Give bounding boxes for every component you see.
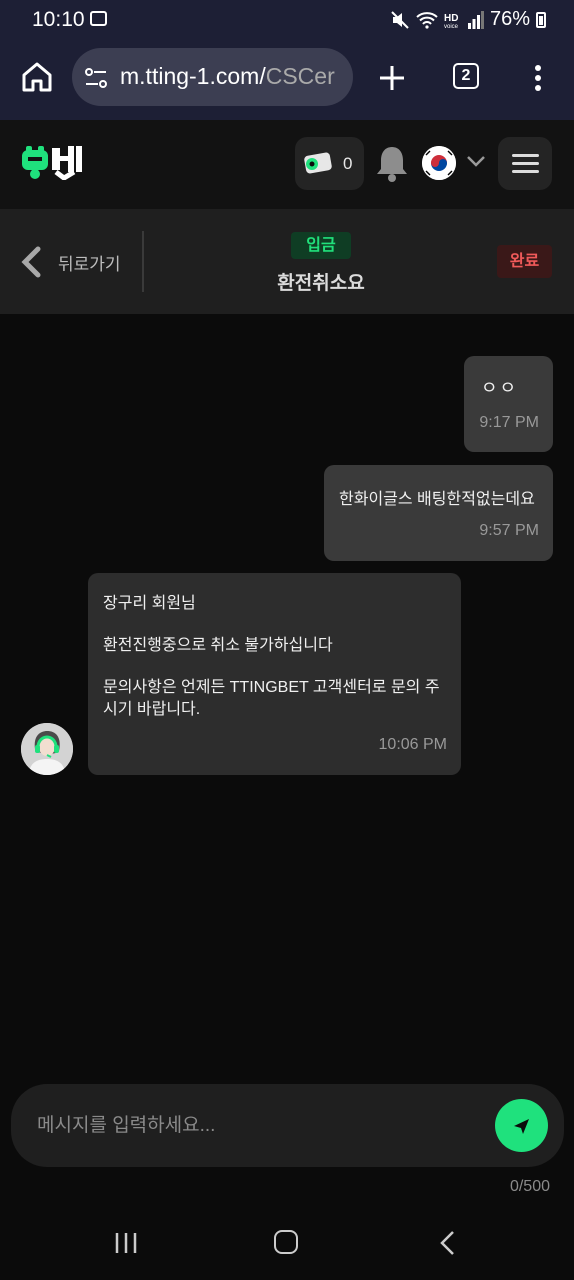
site-settings-icon[interactable]: [84, 66, 108, 90]
signal-icon: [467, 10, 484, 29]
wallet-balance-button[interactable]: 0: [295, 137, 364, 190]
chevron-down-icon[interactable]: [466, 154, 486, 168]
message-bubble-user: 한화이글스 배팅한적없는데요 9:57 PM: [324, 465, 553, 561]
message-line: 문의사항은 언제든 TTINGBET 고객센터로 문의 주시기 바랍니다.: [103, 679, 440, 718]
back-arrow-icon[interactable]: [20, 246, 44, 278]
gallery-notification-icon: [90, 11, 107, 26]
system-navigation-bar: [0, 1210, 574, 1280]
send-button[interactable]: [495, 1099, 548, 1152]
coupon-icon: [304, 152, 332, 174]
status-icons: HD voice 76%: [390, 8, 546, 31]
browser-menu-icon[interactable]: [534, 64, 542, 92]
url-host: m.tting-1.com/: [120, 63, 266, 89]
ticket-type-badge: 입금: [291, 232, 351, 259]
wifi-icon: [416, 11, 438, 29]
new-tab-button[interactable]: [378, 64, 406, 92]
message-bubble-agent: 장구리 회원님 환전진행중으로 취소 불가하십니다 문의사항은 언제든 TTIN…: [88, 573, 461, 775]
status-bar: 10:10 HD voice 76%: [0, 0, 574, 40]
message-line: 환전진행중으로 취소 불가하십니다: [103, 637, 333, 654]
status-time: 10:10: [32, 8, 85, 31]
message-bubble-user: ㅇㅇ 9:17 PM: [464, 356, 553, 452]
message-text: 한화이글스 배팅한적없는데요: [339, 491, 535, 508]
back-icon[interactable]: [438, 1230, 456, 1256]
message-composer: [11, 1084, 564, 1167]
address-bar[interactable]: m.tting-1.com/CSCer: [72, 48, 353, 106]
browser-toolbar: m.tting-1.com/CSCer 2: [0, 40, 574, 120]
url-text: m.tting-1.com/CSCer: [120, 63, 335, 90]
recent-apps-icon[interactable]: [114, 1232, 138, 1254]
message-time: 9:17 PM: [479, 414, 539, 431]
battery-percent: 76%: [489, 8, 530, 30]
ticket-status-badge: 완료: [497, 245, 552, 278]
message-time: 10:06 PM: [378, 736, 447, 753]
battery-icon: [536, 11, 546, 28]
tab-switcher-button[interactable]: 2: [453, 63, 479, 89]
agent-avatar: [21, 723, 73, 775]
mute-icon: [391, 10, 409, 29]
wallet-count: 0: [343, 154, 353, 173]
bell-icon[interactable]: [374, 144, 410, 182]
site-logo[interactable]: [20, 144, 84, 180]
message-input[interactable]: [35, 1106, 479, 1146]
url-path: CSCer: [265, 63, 335, 89]
browser-home-button[interactable]: [20, 60, 54, 94]
message-time: 9:57 PM: [479, 522, 539, 539]
home-icon[interactable]: [274, 1230, 298, 1254]
character-counter: 0/500: [509, 1178, 550, 1195]
svg-text:voice: voice: [444, 24, 459, 29]
message-line: 장구리 회원님: [103, 595, 196, 612]
send-icon: [514, 1119, 529, 1134]
message-text: 장구리 회원님 환전진행중으로 취소 불가하십니다 문의사항은 언제든 TTIN…: [103, 593, 453, 721]
hd-voice-icon: HDvoice: [444, 13, 459, 29]
message-text: ㅇㅇ: [481, 378, 519, 398]
svg-text:HD: HD: [444, 13, 458, 24]
header-divider: [142, 231, 144, 292]
hamburger-menu-button[interactable]: [498, 137, 552, 190]
ticket-subject: 환전취소요: [277, 273, 365, 294]
back-button[interactable]: 뒤로가기: [58, 250, 121, 275]
korea-flag-icon[interactable]: [422, 146, 456, 180]
site-header: [0, 120, 574, 209]
